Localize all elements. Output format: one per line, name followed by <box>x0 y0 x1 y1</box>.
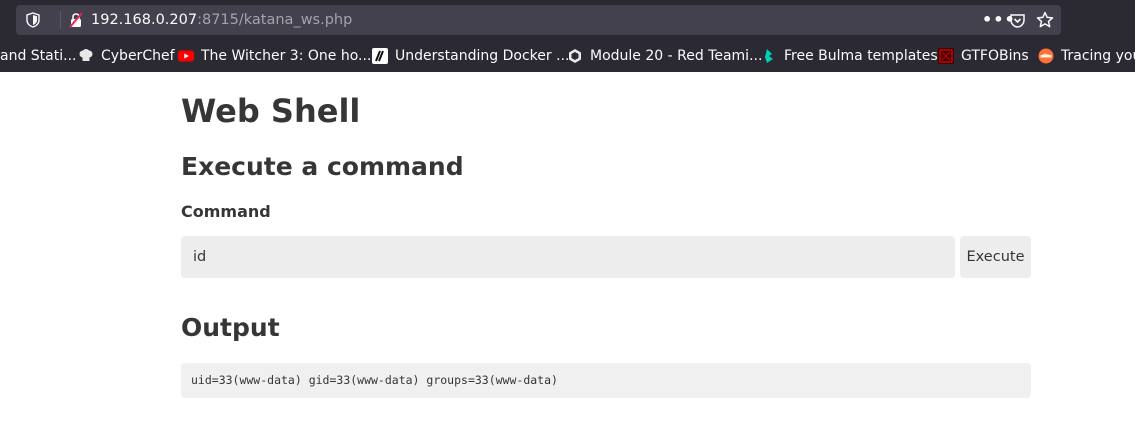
bookmark-item[interactable]: Understanding Docker ... <box>372 46 569 66</box>
page-title: Web Shell <box>181 92 361 130</box>
section-title: Execute a command <box>181 152 464 181</box>
blog-logo-icon <box>372 48 388 64</box>
bookmark-label: The Witcher 3: One ho... <box>201 48 372 64</box>
hackthebox-icon <box>569 49 581 63</box>
gtfobins-icon <box>938 48 954 64</box>
url-path: :8715/katana_ws.php <box>197 12 353 28</box>
chef-hat-icon <box>79 49 93 61</box>
firefox-icon <box>1038 48 1054 64</box>
bookmark-item[interactable]: The Witcher 3: One ho... <box>178 46 371 66</box>
pocket-icon[interactable] <box>1009 12 1026 29</box>
bookmark-label: and Stati... <box>0 48 77 64</box>
bookmarks-toolbar: and Stati... CyberChef The Witcher 3: On… <box>0 42 1135 70</box>
browser-chrome: 192.168.0.207:8715/katana_ws.php ••• and… <box>0 0 1135 72</box>
output-title: Output <box>181 313 280 342</box>
execute-button[interactable]: Execute <box>960 236 1031 278</box>
insecure-lock-icon[interactable] <box>68 12 84 28</box>
bookmark-label: GTFOBins <box>961 48 1029 64</box>
command-input[interactable] <box>181 236 955 278</box>
url-text[interactable]: 192.168.0.207:8715/katana_ws.php <box>91 11 352 29</box>
url-bar[interactable]: 192.168.0.207:8715/katana_ws.php ••• <box>16 5 1061 35</box>
bookmark-label: Understanding Docker ... <box>395 48 570 64</box>
bookmark-item[interactable]: Tracing you <box>1038 46 1135 66</box>
bookmark-item[interactable]: CyberChef <box>78 46 175 66</box>
bookmark-label: Tracing you <box>1061 48 1135 64</box>
bookmark-item[interactable]: Free Bulma templates <box>761 46 938 66</box>
bookmark-label: CyberChef <box>101 48 175 64</box>
bookmark-label: Module 20 - Red Teami... <box>590 48 763 64</box>
bookmark-item[interactable]: and Stati... <box>0 46 76 66</box>
command-label: Command <box>181 202 271 221</box>
url-host: 192.168.0.207 <box>91 12 198 28</box>
url-divider <box>60 11 61 29</box>
bookmark-item[interactable]: Module 20 - Red Teami... <box>567 46 762 66</box>
bookmark-item[interactable]: GTFOBins <box>938 46 1029 66</box>
bookmark-star-icon[interactable] <box>1036 11 1054 29</box>
youtube-icon <box>178 50 194 62</box>
command-output: uid=33(www-data) gid=33(www-data) groups… <box>181 363 1031 398</box>
bookmark-label: Free Bulma templates <box>784 48 938 64</box>
shield-icon[interactable] <box>26 12 40 28</box>
bulma-icon <box>765 49 773 63</box>
